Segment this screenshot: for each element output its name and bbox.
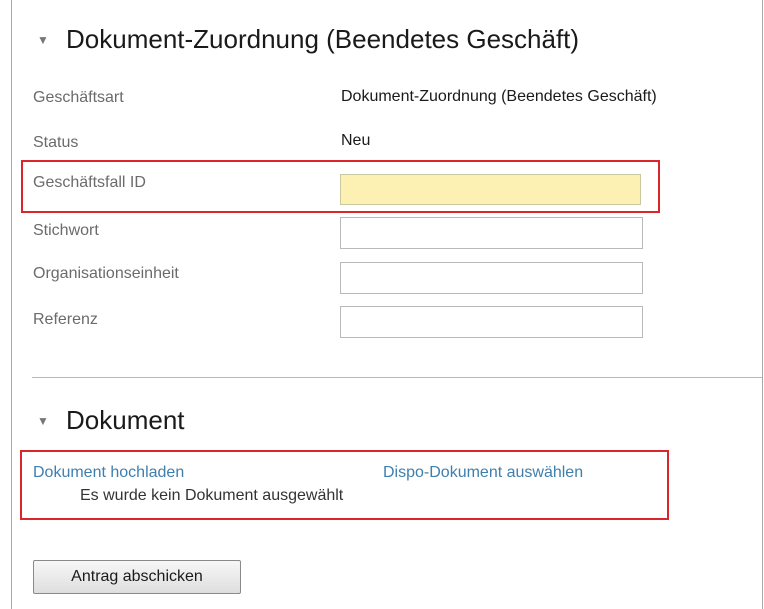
business-section-header[interactable]: ▼ Dokument-Zuordnung (Beendetes Geschäft…	[36, 24, 579, 55]
business-section-title: Dokument-Zuordnung (Beendetes Geschäft)	[66, 24, 580, 54]
status-label: Status	[33, 134, 79, 151]
case-id-input[interactable]	[340, 174, 641, 205]
chevron-down-icon[interactable]: ▼	[36, 33, 50, 47]
panel-left-border	[11, 0, 12, 609]
reference-input[interactable]	[340, 306, 643, 338]
case-id-label: Geschäftsfall ID	[33, 174, 146, 191]
document-highlight-box	[20, 450, 669, 520]
business-type-label: Geschäftsart	[33, 89, 124, 106]
document-section-title: Dokument	[66, 405, 185, 435]
keyword-label: Stichwort	[33, 222, 99, 239]
select-dispo-document-link[interactable]: Dispo-Dokument auswählen	[383, 464, 583, 482]
keyword-input[interactable]	[340, 217, 643, 249]
business-type-value: Dokument-Zuordnung (Beendetes Geschäft)	[341, 88, 657, 105]
page: ▼ Dokument-Zuordnung (Beendetes Geschäft…	[0, 0, 764, 609]
reference-label: Referenz	[33, 311, 98, 328]
chevron-down-icon[interactable]: ▼	[36, 414, 50, 428]
org-unit-input[interactable]	[340, 262, 643, 294]
upload-document-link[interactable]: Dokument hochladen	[33, 464, 184, 482]
no-document-note: Es wurde kein Dokument ausgewählt	[80, 487, 344, 504]
submit-request-button[interactable]: Antrag abschicken	[33, 560, 241, 594]
status-value: Neu	[341, 132, 371, 149]
section-divider	[32, 377, 762, 378]
panel-right-border	[762, 0, 763, 609]
document-section-header[interactable]: ▼ Dokument	[36, 405, 185, 436]
org-unit-label: Organisationseinheit	[33, 265, 179, 282]
